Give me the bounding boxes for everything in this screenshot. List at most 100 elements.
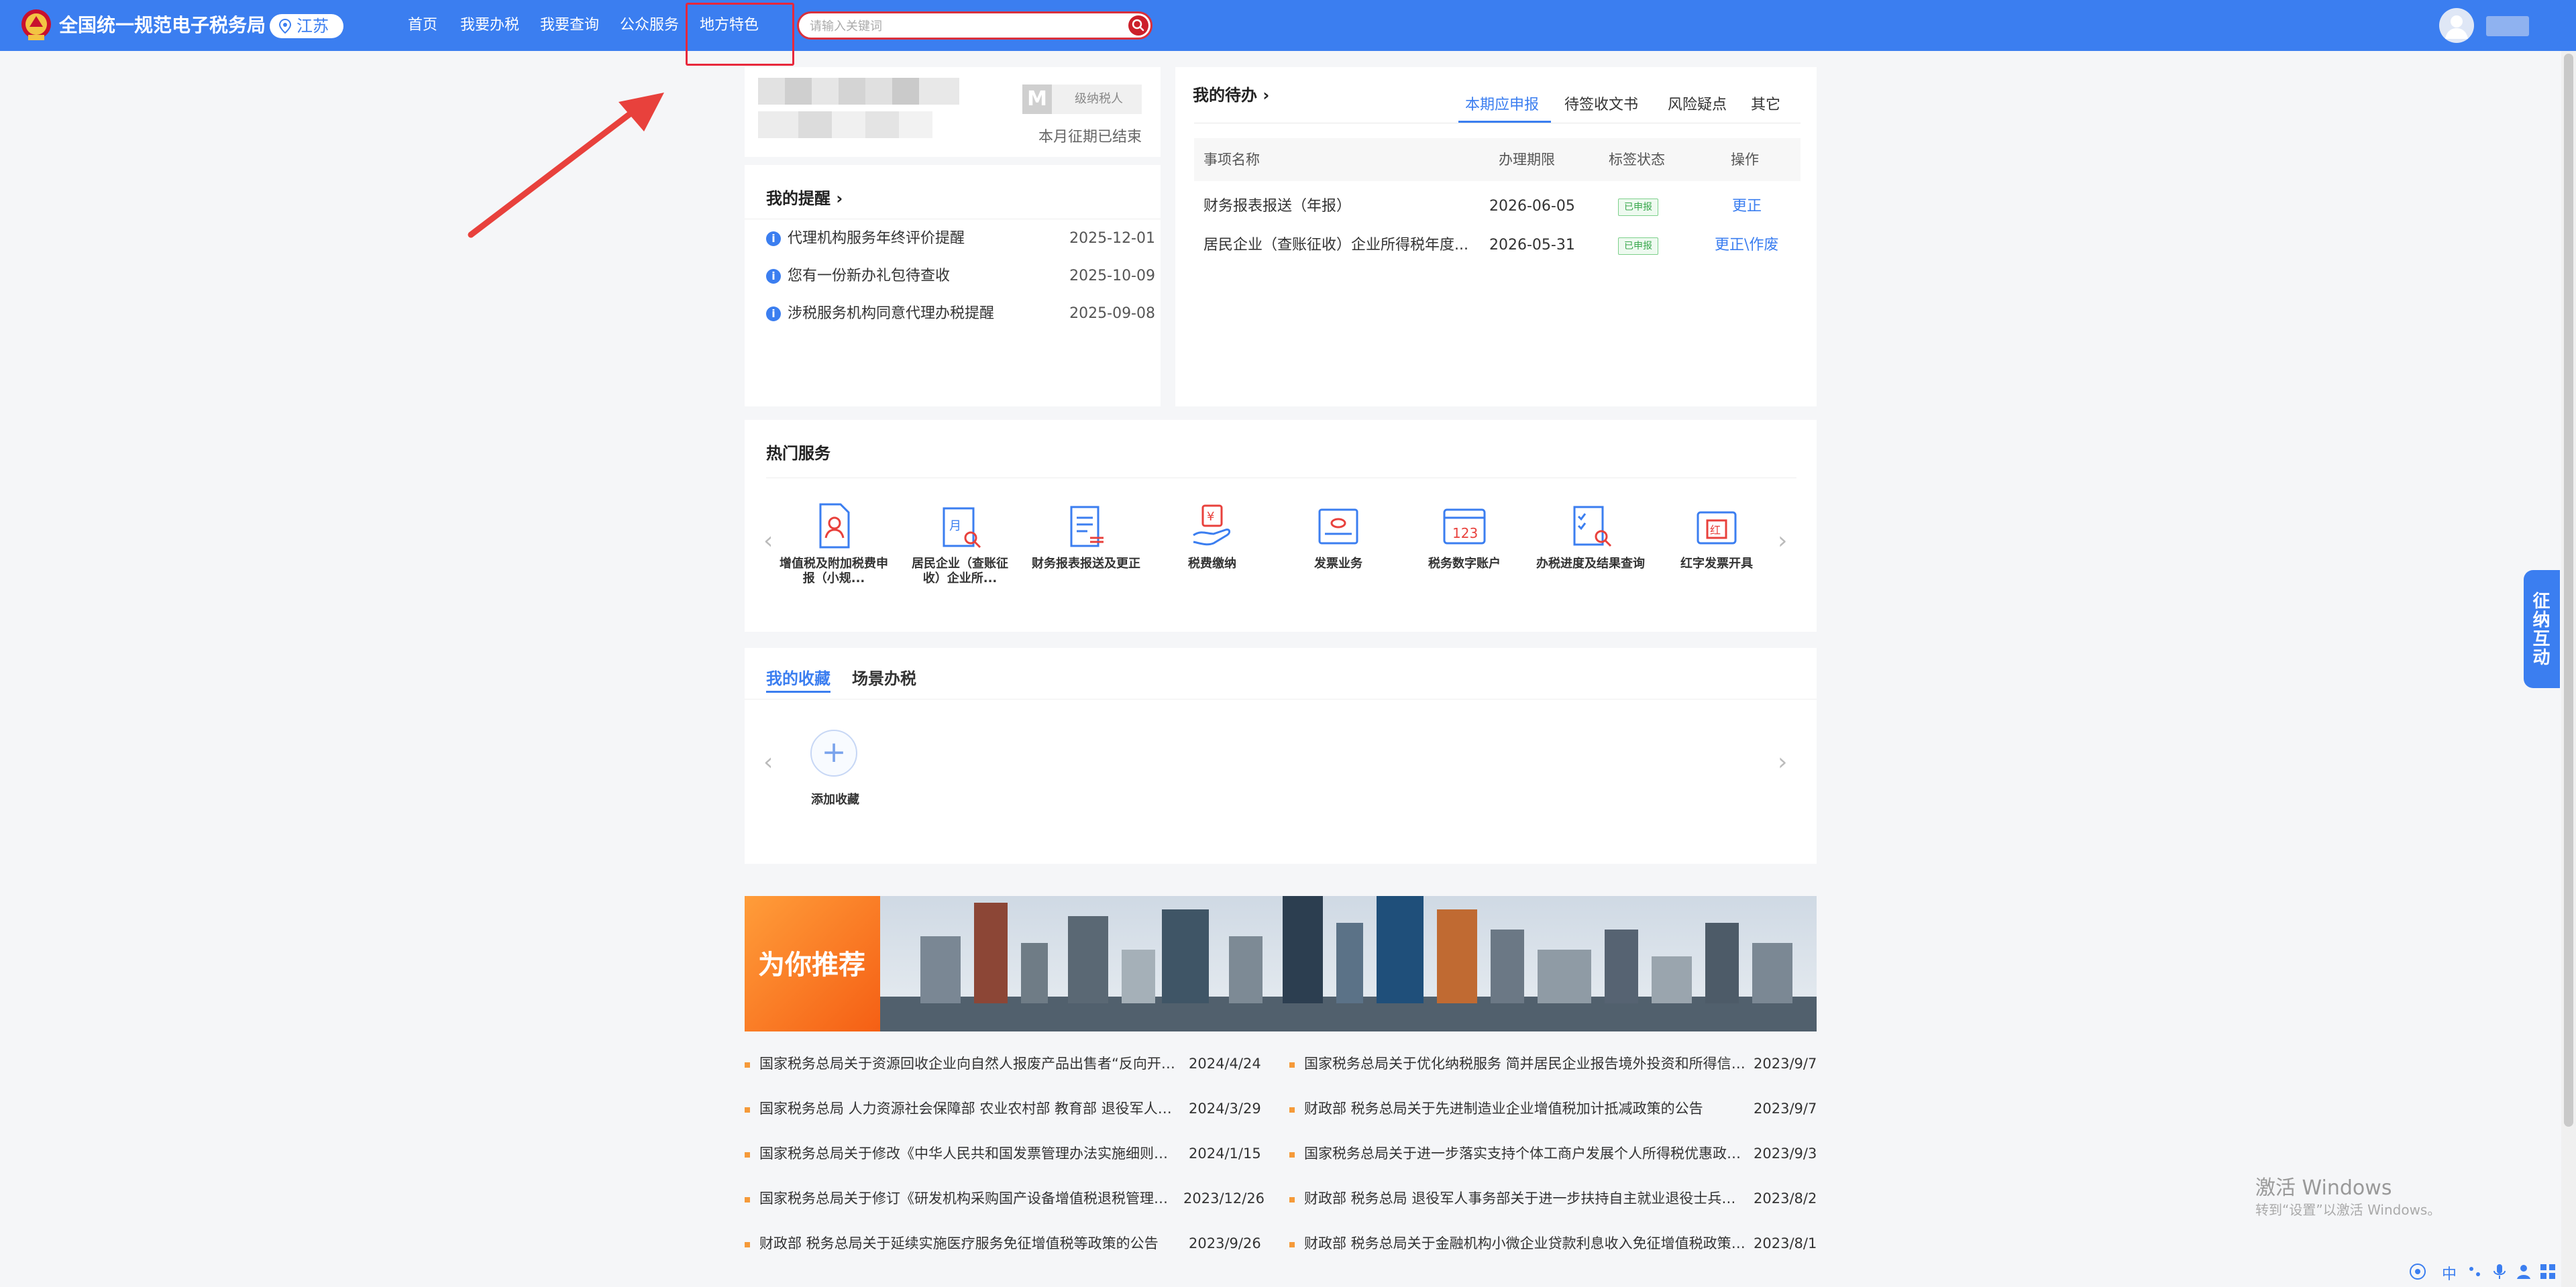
ime-mode-icon[interactable] — [2408, 1262, 2432, 1281]
ime-chinese-indicator[interactable]: 中 — [2442, 1262, 2457, 1283]
tab-my-favorites[interactable]: 我的收藏 — [766, 665, 830, 689]
recommend-title: 为你推荐 — [758, 950, 865, 981]
scroll-right-arrow[interactable]: › — [1778, 748, 1787, 776]
news-date: 2024/4/24 — [1189, 1056, 1261, 1072]
profile-card: M 级纳税人 本月征期已结束 — [745, 67, 1161, 157]
annotation-arrow — [468, 93, 664, 238]
reminders-title[interactable]: 我的提醒 › — [766, 185, 843, 209]
service-label: 办税进度及结果查询 — [1536, 557, 1645, 571]
scrollbar-thumb[interactable] — [2564, 54, 2573, 1127]
service-label: 税费缴纳 — [1188, 557, 1236, 571]
todo-card: 我的待办 › 本期应申报 待签收文书 风险疑点 其它 事项名称 办理期限 标签状… — [1175, 67, 1817, 406]
reminder-item[interactable]: i 涉税服务机构同意代理办税提醒 2025-09-08 — [766, 300, 1155, 327]
plus-icon: + — [821, 735, 847, 769]
reminder-item[interactable]: i 您有一份新办礼包待查收 2025-10-09 — [766, 263, 1155, 290]
bullet-icon — [1289, 1152, 1295, 1158]
search-icon — [1132, 19, 1144, 32]
search-input[interactable] — [808, 13, 1106, 39]
news-item[interactable]: 国家税务总局关于资源回收企业向自然人报废产品出售者“反向开票”有关事项的公告 2… — [745, 1050, 1268, 1077]
tax-interaction-float-tab[interactable]: 征纳互动 — [2524, 570, 2560, 688]
news-item[interactable]: 国家税务总局关于修订《研发机构采购国产设备增值税退税管理办法》的公告 2023/… — [745, 1185, 1268, 1212]
service-label: 税务数字账户 — [1428, 557, 1501, 571]
news-item[interactable]: 财政部 税务总局关于先进制造业企业增值税加计抵减政策的公告 2023/9/7 — [1289, 1095, 1819, 1122]
user-profile-icon[interactable] — [2514, 1262, 2533, 1281]
add-favorite-button[interactable]: + — [810, 730, 857, 777]
service-label: 发票业务 — [1314, 557, 1362, 571]
tab-current-declaration[interactable]: 本期应申报 — [1465, 93, 1539, 114]
grid-menu-icon[interactable] — [2538, 1262, 2557, 1281]
recommend-banner[interactable]: 为你推荐 — [745, 896, 1817, 1031]
news-item[interactable]: 财政部 税务总局关于金融机构小微企业贷款利息收入免征增值税政策的公告 2023/… — [1289, 1230, 1819, 1257]
tab-scenario-tax[interactable]: 场景办税 — [852, 665, 916, 689]
news-title: 财政部 税务总局关于先进制造业企业增值税加计抵减政策的公告 — [1304, 1101, 1703, 1117]
red-invoice-icon: 红 — [1697, 511, 1737, 545]
news-title: 财政部 税务总局 退役军人事务部关于进一步扶持自主就业退役士兵创业就业有关税收政… — [1304, 1190, 1746, 1207]
news-date: 2023/12/26 — [1183, 1190, 1265, 1207]
taxpayer-level-label: 级纳税人 — [1075, 92, 1123, 106]
column-header: 标签状态 — [1609, 152, 1665, 168]
news-item[interactable]: 国家税务总局 人力资源社会保障部 农业农村部 教育部 退役军人事务部关于重点群体… — [745, 1095, 1268, 1122]
punctuation-icon[interactable] — [2466, 1262, 2485, 1281]
location-pin-icon — [278, 19, 292, 34]
service-financial-report[interactable]: 财务报表报送及更正 — [1029, 500, 1143, 571]
scroll-left-arrow[interactable]: ‹ — [763, 527, 773, 555]
news-title: 国家税务总局 人力资源社会保障部 农业农村部 教育部 退役军人事务部关于重点群体… — [759, 1101, 1175, 1117]
service-vat-declaration[interactable]: 增值税及附加税费申报（小规... — [777, 500, 891, 586]
todo-deadline: 2026-06-05 — [1489, 198, 1575, 215]
region-selector[interactable]: 江苏 — [270, 14, 343, 38]
nav-handle-tax[interactable]: 我要办税 — [460, 0, 519, 51]
taxpayer-level-badge: M 级纳税人 — [1022, 85, 1142, 114]
service-corporate-tax[interactable]: 月 居民企业（查账征收）企业所... — [903, 500, 1017, 586]
news-item[interactable]: 国家税务总局关于修改《中华人民共和国发票管理办法实施细则》的决定 2024/1/… — [745, 1140, 1268, 1167]
tax-payment-icon: ¥ — [1193, 504, 1231, 546]
taxpayer-level-letter: M — [1022, 85, 1052, 114]
service-red-invoice[interactable]: 红 红字发票开具 — [1660, 500, 1774, 571]
city-skyline-image — [880, 896, 1817, 1031]
news-title: 财政部 税务总局关于延续实施医疗服务免征增值税等政策的公告 — [759, 1235, 1159, 1251]
reminder-item[interactable]: i 代理机构服务年终评价提醒 2025-12-01 — [766, 225, 1155, 252]
search-button[interactable] — [1128, 15, 1148, 36]
reminder-text: 涉税服务机构同意代理办税提醒 — [788, 305, 995, 322]
tax-emblem-icon[interactable] — [17, 7, 55, 44]
corporate-tax-icon: 月 — [943, 507, 981, 549]
search-box — [797, 11, 1152, 40]
bullet-icon — [1289, 1107, 1295, 1113]
reminder-text: 代理机构服务年终评价提醒 — [788, 230, 965, 247]
service-progress-query[interactable]: 办税进度及结果查询 — [1534, 500, 1648, 571]
nav-home[interactable]: 首页 — [408, 0, 437, 51]
bullet-icon — [1289, 1242, 1295, 1247]
news-item[interactable]: 财政部 税务总局 退役军人事务部关于进一步扶持自主就业退役士兵创业就业有关税收政… — [1289, 1185, 1819, 1212]
service-label: 增值税及附加税费申报（小规... — [780, 557, 888, 585]
username-redacted[interactable] — [2486, 16, 2529, 36]
bullet-icon — [1289, 1062, 1295, 1068]
recommend-banner-label-box: 为你推荐 — [745, 896, 880, 1031]
service-digital-account[interactable]: 123 税务数字账户 — [1407, 500, 1521, 571]
news-item[interactable]: 国家税务总局关于进一步落实支持个体工商户发展个人所得税优惠政策有关事项的公告 2… — [1289, 1140, 1819, 1167]
tab-documents-to-sign[interactable]: 待签收文书 — [1564, 93, 1638, 114]
favorites-card: 我的收藏 场景办税 ‹ › + 添加收藏 — [745, 648, 1817, 864]
user-avatar[interactable] — [2439, 8, 2474, 43]
tab-others[interactable]: 其它 — [1751, 93, 1780, 114]
service-tax-payment[interactable]: ¥ 税费缴纳 — [1155, 500, 1269, 571]
column-header: 操作 — [1731, 152, 1759, 168]
tab-risk-doubts[interactable]: 风险疑点 — [1668, 93, 1727, 114]
vat-declaration-icon — [819, 503, 850, 549]
nav-public-service[interactable]: 公众服务 — [620, 0, 679, 51]
service-label: 居民企业（查账征收）企业所... — [912, 557, 1008, 585]
site-title[interactable]: 全国统一规范电子税务局 — [59, 0, 266, 51]
scroll-left-arrow[interactable]: ‹ — [763, 748, 773, 776]
microphone-icon[interactable] — [2490, 1262, 2509, 1281]
scroll-right-arrow[interactable]: › — [1778, 527, 1787, 555]
reminder-date: 2025-10-09 — [1069, 268, 1155, 284]
company-name-redacted — [758, 78, 959, 139]
service-invoice[interactable]: 发票业务 — [1281, 500, 1395, 571]
correct-void-link[interactable]: 更正\作废 — [1715, 232, 1778, 259]
news-item[interactable]: 国家税务总局关于优化纳税服务 简并居民企业报告境外投资和所得信息有关报表的公告 … — [1289, 1050, 1819, 1077]
news-item[interactable]: 财政部 税务总局关于延续实施医疗服务免征增值税等政策的公告 2023/9/26 — [745, 1230, 1268, 1257]
todo-table-header — [1194, 138, 1801, 181]
correct-link[interactable]: 更正 — [1732, 193, 1762, 220]
service-label: 财务报表报送及更正 — [1032, 557, 1140, 571]
hot-services-card: 热门服务 ‹ › 增值税及附加税费申报（小规... 月 居民企业（查账征收）企业… — [745, 420, 1817, 632]
nav-query[interactable]: 我要查询 — [540, 0, 599, 51]
todo-title[interactable]: 我的待办 › — [1193, 82, 1269, 105]
